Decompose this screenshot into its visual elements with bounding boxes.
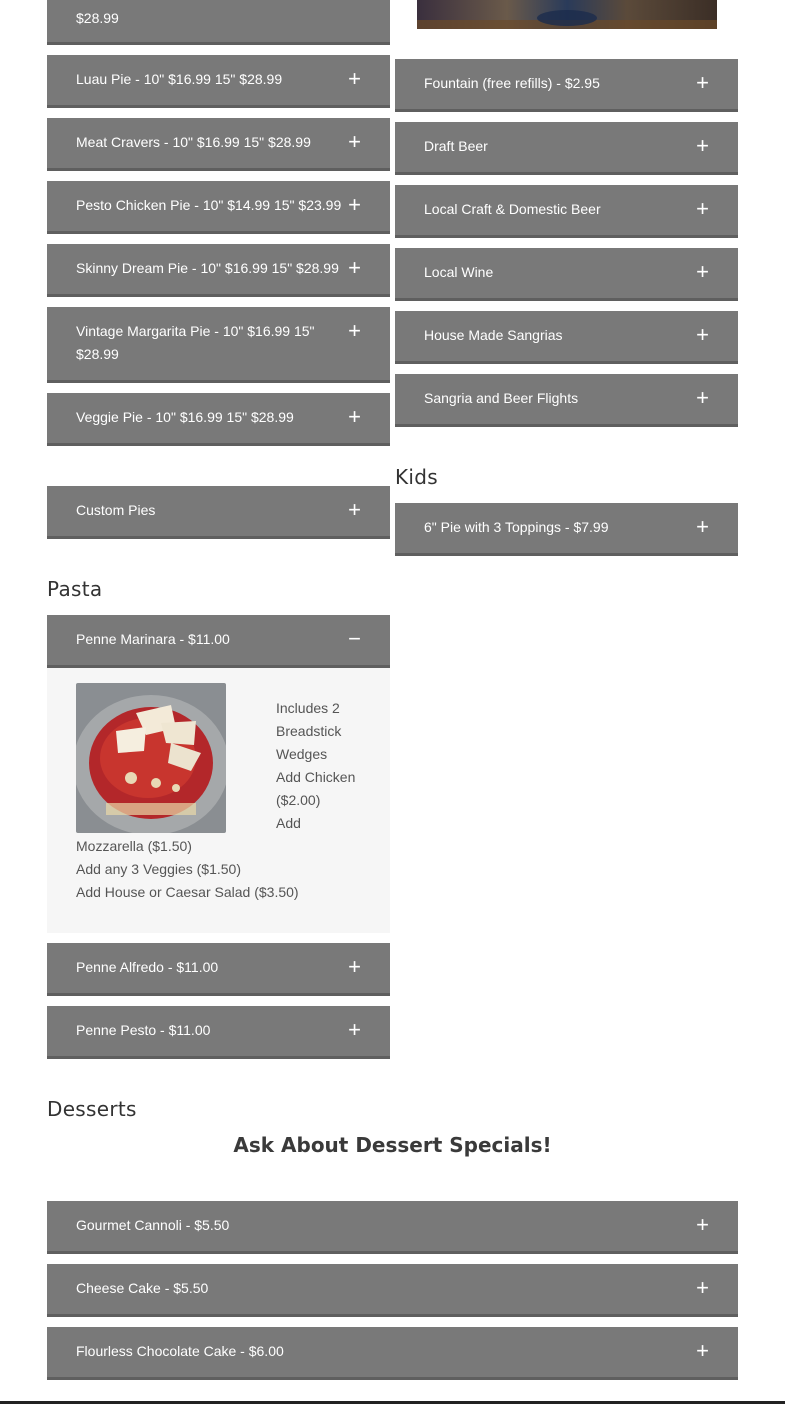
pasta-heading: Pasta	[47, 577, 103, 601]
plus-icon: +	[696, 70, 709, 95]
detail-line: Add House or Caesar Salad ($3.50)	[76, 884, 299, 900]
menu-item-penne-alfredo[interactable]: Penne Alfredo - $11.00 +	[47, 943, 390, 996]
plus-icon: +	[348, 129, 361, 154]
plus-icon: +	[696, 259, 709, 284]
plus-icon: +	[348, 66, 361, 91]
menu-item-meat-cravers[interactable]: Meat Cravers - 10" $16.99 15" $28.99 +	[47, 118, 390, 171]
menu-item-label: 6" Pie with 3 Toppings - $7.99	[424, 519, 609, 535]
plus-icon: +	[696, 133, 709, 158]
menu-item-sangria-beer-flights[interactable]: Sangria and Beer Flights +	[395, 374, 738, 427]
menu-item-label: Vintage Margarita Pie - 10" $16.99 15" $…	[76, 323, 315, 362]
detail-line: Breadstick	[276, 723, 342, 739]
menu-item-luau-pie[interactable]: Luau Pie - 10" $16.99 15" $28.99 +	[47, 55, 390, 108]
drinks-photo	[417, 0, 717, 29]
menu-item-label: Veggie Pie - 10" $16.99 15" $28.99	[76, 409, 294, 425]
plus-icon: +	[696, 322, 709, 347]
menu-item-label: Luau Pie - 10" $16.99 15" $28.99	[76, 71, 283, 87]
menu-item-label: Gourmet Cannoli - $5.50	[76, 1217, 230, 1233]
menu-item-label: House Made Sangrias	[424, 327, 563, 343]
menu-item-draft-beer[interactable]: Draft Beer +	[395, 122, 738, 175]
plus-icon: +	[348, 954, 361, 979]
menu-item-penne-pesto[interactable]: Penne Pesto - $11.00 +	[47, 1006, 390, 1059]
plus-icon: +	[348, 255, 361, 280]
menu-item-label: Meat Cravers - 10" $16.99 15" $28.99	[76, 134, 311, 150]
detail-line: ($2.00)	[276, 792, 321, 808]
menu-item-label: Cheese Cake - $5.50	[76, 1280, 209, 1296]
menu-item-vintage-margarita-pie[interactable]: Vintage Margarita Pie - 10" $16.99 15" $…	[47, 307, 390, 383]
plus-icon: +	[348, 318, 361, 343]
minus-icon: −	[348, 626, 361, 651]
detail-line: Includes 2	[276, 700, 340, 716]
menu-item-pesto-chicken-pie[interactable]: Pesto Chicken Pie - 10" $14.99 15" $23.9…	[47, 181, 390, 234]
plus-icon: +	[696, 196, 709, 221]
pizza-item-partial-label: $28.99	[76, 10, 119, 26]
menu-item-label: Penne Marinara - $11.00	[76, 631, 230, 647]
menu-item-label: Pesto Chicken Pie - 10" $14.99 15" $23.9…	[76, 197, 342, 213]
menu-item-penne-marinara[interactable]: Penne Marinara - $11.00 −	[47, 615, 390, 668]
menu-item-label: Fountain (free refills) - $2.95	[424, 75, 600, 91]
plus-icon: +	[348, 192, 361, 217]
plus-icon: +	[696, 385, 709, 410]
menu-item-cheese-cake[interactable]: Cheese Cake - $5.50 +	[47, 1264, 738, 1317]
plus-icon: +	[696, 1338, 709, 1363]
menu-item-label: Penne Pesto - $11.00	[76, 1022, 211, 1038]
menu-item-fountain[interactable]: Fountain (free refills) - $2.95 +	[395, 59, 738, 112]
plus-icon: +	[696, 1212, 709, 1237]
detail-line: Mozzarella ($1.50)	[76, 838, 192, 854]
menu-item-local-craft-beer[interactable]: Local Craft & Domestic Beer +	[395, 185, 738, 238]
menu-item-label: Skinny Dream Pie - 10" $16.99 15" $28.99	[76, 260, 339, 276]
plus-icon: +	[696, 514, 709, 539]
menu-item-local-wine[interactable]: Local Wine +	[395, 248, 738, 301]
penne-marinara-photo	[76, 683, 226, 833]
menu-item-veggie-pie[interactable]: Veggie Pie - 10" $16.99 15" $28.99 +	[47, 393, 390, 446]
detail-line: Wedges	[276, 746, 328, 762]
menu-item-gourmet-cannoli[interactable]: Gourmet Cannoli - $5.50 +	[47, 1201, 738, 1254]
dessert-specials-banner: Ask About Dessert Specials!	[233, 1133, 552, 1157]
menu-item-flourless-chocolate-cake[interactable]: Flourless Chocolate Cake - $6.00 +	[47, 1327, 738, 1380]
pizza-item-partial[interactable]: $28.99	[47, 0, 390, 45]
menu-item-label: Draft Beer	[424, 138, 488, 154]
detail-line: Add Chicken	[276, 769, 356, 785]
penne-marinara-details: Includes 2 Breadstick Wedges Add Chicken…	[47, 668, 390, 933]
detail-line: Add	[276, 815, 301, 831]
menu-item-label: Local Wine	[424, 264, 494, 280]
menu-item-label: Local Craft & Domestic Beer	[424, 201, 601, 217]
menu-item-label: Sangria and Beer Flights	[424, 390, 579, 406]
menu-item-custom-pies[interactable]: Custom Pies +	[47, 486, 390, 539]
menu-item-kids-pie[interactable]: 6" Pie with 3 Toppings - $7.99 +	[395, 503, 738, 556]
menu-item-house-sangrias[interactable]: House Made Sangrias +	[395, 311, 738, 364]
desserts-heading: Desserts	[47, 1097, 137, 1121]
plus-icon: +	[696, 1275, 709, 1300]
menu-item-skinny-dream-pie[interactable]: Skinny Dream Pie - 10" $16.99 15" $28.99…	[47, 244, 390, 297]
kids-heading: Kids	[395, 465, 438, 489]
plus-icon: +	[348, 404, 361, 429]
plus-icon: +	[348, 1017, 361, 1042]
menu-item-label: Custom Pies	[76, 502, 156, 518]
plus-icon: +	[348, 497, 361, 522]
detail-line: Add any 3 Veggies ($1.50)	[76, 861, 242, 877]
menu-item-label: Flourless Chocolate Cake - $6.00	[76, 1343, 284, 1359]
menu-item-label: Penne Alfredo - $11.00	[76, 959, 219, 975]
